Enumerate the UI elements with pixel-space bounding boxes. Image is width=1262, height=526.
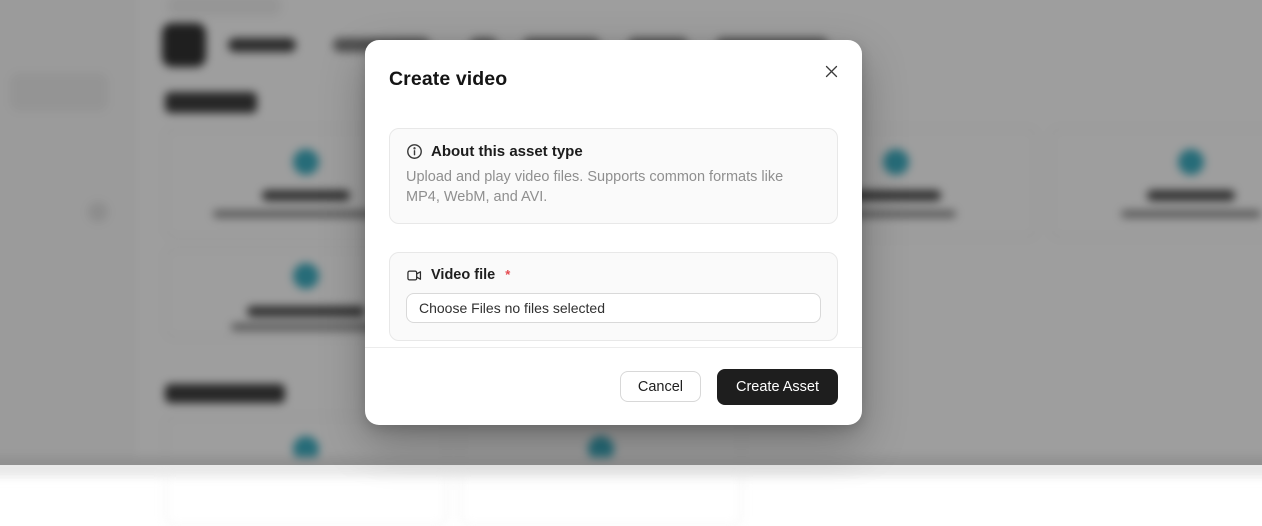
create-video-dialog: Create video About this asset type Uploa…: [365, 40, 862, 425]
dialog-footer: Cancel Create Asset: [365, 347, 862, 425]
video-camera-icon: [406, 268, 423, 283]
info-heading: About this asset type: [431, 143, 583, 160]
required-marker: *: [505, 267, 510, 282]
close-icon: [824, 64, 839, 79]
about-asset-type-box: About this asset type Upload and play vi…: [389, 128, 838, 224]
cancel-button[interactable]: Cancel: [620, 371, 701, 402]
info-body-text: Upload and play video files. Supports co…: [406, 167, 821, 207]
dialog-title: Create video: [389, 68, 838, 91]
close-button[interactable]: [820, 60, 842, 82]
field-label: Video file: [431, 267, 495, 283]
create-asset-button[interactable]: Create Asset: [717, 369, 838, 405]
file-input-text: Choose Files no files selected: [419, 300, 605, 316]
video-file-field: Video file * Choose Files no files selec…: [389, 252, 838, 341]
info-icon: [406, 143, 423, 160]
video-file-input[interactable]: Choose Files no files selected: [406, 293, 821, 323]
